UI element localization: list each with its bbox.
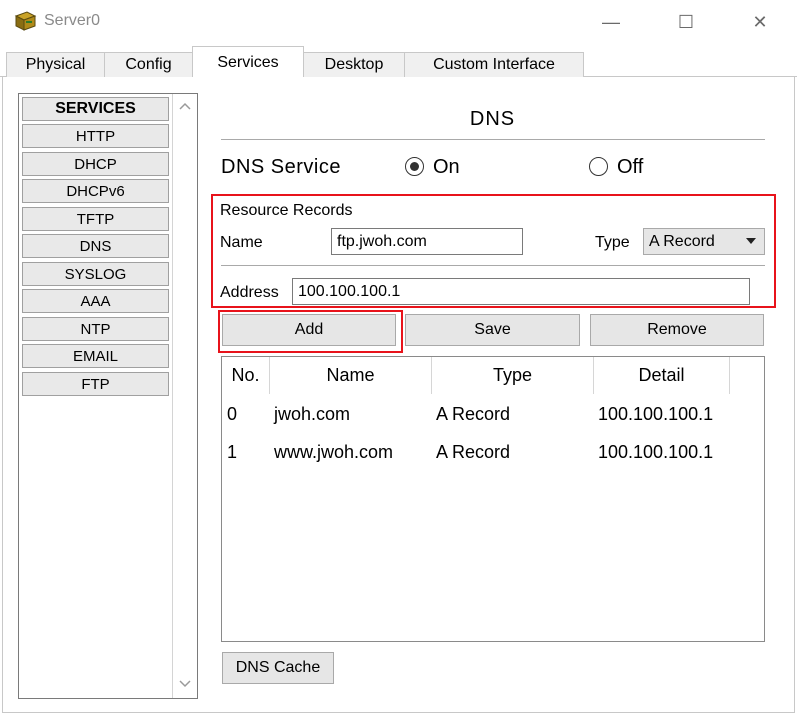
- server-app-icon: [14, 11, 37, 31]
- tab-config[interactable]: Config: [104, 52, 193, 77]
- services-header: SERVICES: [22, 97, 169, 121]
- dns-service-label: DNS Service: [221, 156, 341, 178]
- close-button[interactable]: ✕: [737, 6, 783, 38]
- tab-custom-interface[interactable]: Custom Interface: [404, 52, 584, 77]
- service-item-dhcp[interactable]: DHCP: [22, 152, 169, 176]
- dns-cache-button[interactable]: DNS Cache: [222, 652, 334, 684]
- type-select-value: A Record: [649, 232, 715, 250]
- row-detail: 100.100.100.1: [598, 404, 714, 424]
- tab-desktop[interactable]: Desktop: [303, 52, 405, 77]
- scroll-up-arrow-icon[interactable]: [173, 96, 197, 116]
- type-select[interactable]: A Record: [643, 228, 765, 255]
- title-divider: [221, 139, 765, 140]
- service-item-http[interactable]: HTTP: [22, 124, 169, 148]
- service-item-dhcpv6[interactable]: DHCPv6: [22, 179, 169, 203]
- resource-records-label: Resource Records: [220, 202, 353, 219]
- add-button[interactable]: Add: [222, 314, 396, 346]
- row-name: jwoh.com: [274, 404, 351, 424]
- tab-physical[interactable]: Physical: [6, 52, 105, 77]
- service-item-syslog[interactable]: SYSLOG: [22, 262, 169, 286]
- remove-button[interactable]: Remove: [590, 314, 764, 346]
- row-type: A Record: [436, 442, 511, 462]
- tab-services[interactable]: Services: [192, 46, 304, 78]
- title-bar: Server0 — ☐ ✕: [0, 0, 797, 44]
- address-input[interactable]: 100.100.100.1: [292, 278, 750, 305]
- records-table[interactable]: No. Name Type Detail 0 jwoh.com A Record…: [221, 356, 765, 642]
- dns-on-label[interactable]: On: [433, 156, 460, 179]
- window-title: Server0: [44, 12, 101, 29]
- column-header-type[interactable]: Type: [432, 357, 594, 394]
- maximize-button[interactable]: ☐: [663, 6, 709, 38]
- row-type: A Record: [436, 404, 511, 424]
- scroll-down-arrow-icon[interactable]: [173, 674, 197, 694]
- dns-off-radio[interactable]: [589, 157, 608, 176]
- address-label: Address: [220, 284, 279, 301]
- record-divider: [221, 265, 765, 266]
- row-no: 0: [227, 404, 238, 424]
- row-no: 1: [227, 442, 238, 462]
- services-scrollbar[interactable]: [172, 94, 197, 698]
- dns-on-radio[interactable]: [405, 157, 424, 176]
- column-header-no[interactable]: No.: [222, 357, 270, 394]
- column-header-detail[interactable]: Detail: [594, 357, 730, 394]
- service-item-tftp[interactable]: TFTP: [22, 207, 169, 231]
- name-input[interactable]: ftp.jwoh.com: [331, 228, 523, 255]
- service-item-email[interactable]: EMAIL: [22, 344, 169, 368]
- minimize-button[interactable]: —: [588, 6, 634, 38]
- chevron-down-icon: [746, 238, 756, 244]
- services-list: SERVICES HTTP DHCP DHCPv6 TFTP DNS SYSLO…: [18, 93, 198, 699]
- save-button[interactable]: Save: [405, 314, 580, 346]
- service-item-ftp[interactable]: FTP: [22, 372, 169, 396]
- type-label: Type: [595, 234, 630, 251]
- column-header-name[interactable]: Name: [270, 357, 432, 394]
- service-item-dns[interactable]: DNS: [22, 234, 169, 258]
- service-item-ntp[interactable]: NTP: [22, 317, 169, 341]
- row-detail: 100.100.100.1: [598, 442, 714, 462]
- name-label: Name: [220, 234, 263, 251]
- dns-off-label[interactable]: Off: [617, 156, 643, 179]
- service-item-aaa[interactable]: AAA: [22, 289, 169, 313]
- row-name: www.jwoh.com: [274, 442, 394, 462]
- dns-title: DNS: [469, 108, 516, 130]
